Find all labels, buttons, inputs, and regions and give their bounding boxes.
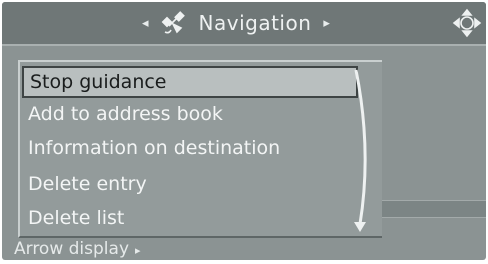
menu-item-information-on-destination[interactable]: Information on destination: [28, 132, 280, 164]
background-panel-strip: [382, 200, 486, 218]
footer-label: Arrow display: [14, 239, 130, 259]
right-arrow-icon[interactable]: ▸: [323, 17, 330, 30]
controller-icon[interactable]: [452, 8, 482, 38]
header-title-group[interactable]: ◂ Navigation ▸: [142, 6, 330, 40]
left-arrow-icon[interactable]: ◂: [142, 17, 149, 30]
scroll-indicator[interactable]: [350, 66, 376, 234]
scroll-down-icon: [354, 222, 366, 232]
menu-item-delete-entry[interactable]: Delete entry: [28, 168, 147, 200]
menu-item-stop-guidance[interactable]: Stop guidance: [22, 66, 358, 98]
header-divider: [2, 44, 486, 46]
header-bar: ◂ Navigation ▸: [2, 2, 486, 44]
menu-item-add-to-address-book[interactable]: Add to address book: [28, 98, 223, 130]
context-menu: Stop guidance Add to address book Inform…: [18, 60, 382, 238]
page-title: Navigation: [198, 11, 312, 35]
menu-item-delete-list[interactable]: Delete list: [28, 202, 124, 234]
arrow-display-option[interactable]: Arrow display ▸: [14, 238, 141, 260]
satellite-icon: [161, 11, 185, 34]
footer-arrow-icon: ▸: [135, 244, 141, 257]
idrive-screen: ◂ Navigation ▸ Stop guidance Add to addr…: [2, 2, 486, 260]
